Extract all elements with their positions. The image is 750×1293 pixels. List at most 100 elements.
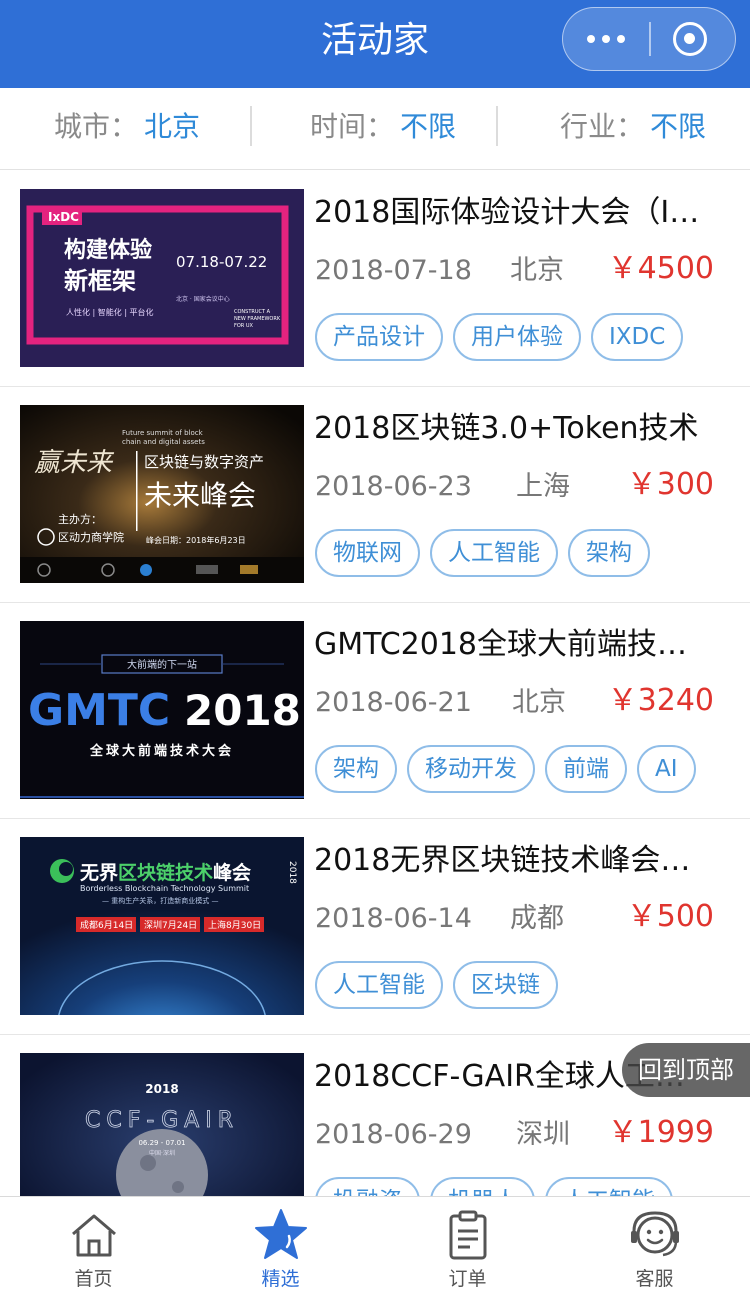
tab-label: 首页 bbox=[74, 1268, 113, 1290]
event-poster-image: 大前端的下一站 GMTC 2018 全球大前端技术大会 bbox=[20, 621, 304, 799]
filter-industry-value[interactable]: 不限 bbox=[650, 110, 706, 143]
poster-english: FOR UX bbox=[234, 323, 254, 329]
poster-heading: 无界 bbox=[80, 862, 118, 884]
event-poster-image: 2018 CCF-GAIR 06.29 - 07.01 中国·深圳 bbox=[20, 1053, 304, 1196]
poster-english: NEW FRAMEWORK bbox=[234, 316, 281, 322]
filter-city-value[interactable]: 北京 bbox=[144, 110, 200, 143]
event-tag[interactable]: AI bbox=[637, 745, 696, 793]
event-poster-image: IxDC 构建体验 新框架 07.18-07.22 人性化 | 智能化 | 平台… bbox=[20, 189, 304, 367]
event-tag[interactable]: 移动开发 bbox=[407, 745, 535, 793]
event-title[interactable]: 2018区块链3.0+Token技术 bbox=[314, 409, 714, 449]
tab-customer-service[interactable]: 客服 bbox=[561, 1197, 748, 1293]
poster-year: 2018 bbox=[184, 686, 301, 735]
event-tag[interactable]: 物联网 bbox=[315, 529, 420, 577]
capsule-divider bbox=[649, 22, 651, 56]
event-city: 成都 bbox=[510, 903, 564, 934]
event-list: IxDC 构建体验 新框架 07.18-07.22 人性化 | 智能化 | 平台… bbox=[0, 171, 750, 1196]
filter-industry[interactable]: 行业： 不限 bbox=[560, 88, 706, 170]
event-tags: 人工智能 区块链 bbox=[315, 961, 558, 1009]
filter-time-value[interactable]: 不限 bbox=[400, 110, 456, 143]
event-tag[interactable]: 前端 bbox=[545, 745, 627, 793]
event-price: ￥4500 bbox=[607, 251, 714, 286]
event-date: 2018-06-21 bbox=[315, 687, 472, 718]
tab-label: 客服 bbox=[635, 1268, 674, 1290]
event-tag[interactable]: 架构 bbox=[568, 529, 650, 577]
event-tag[interactable]: 区块链 bbox=[453, 961, 558, 1009]
headset-icon bbox=[630, 1211, 679, 1257]
event-tags: 物联网 人工智能 架构 bbox=[315, 529, 650, 577]
poster-year: 2018 bbox=[145, 1082, 178, 1096]
event-city: 上海 bbox=[516, 471, 570, 502]
event-price: ￥300 bbox=[626, 467, 714, 502]
event-tag[interactable]: 用户体验 bbox=[453, 313, 581, 361]
event-date: 2018-07-18 bbox=[315, 255, 472, 286]
poster-brand: IxDC bbox=[48, 210, 79, 224]
poster-subtitle: 全球大前端技术大会 bbox=[89, 743, 234, 759]
filter-time[interactable]: 时间： 不限 bbox=[310, 88, 456, 170]
event-poster-image: Future summit of block chain and digital… bbox=[20, 405, 304, 583]
poster-dates: 07.18-07.22 bbox=[176, 253, 267, 271]
poster-english: Borderless Blockchain Technology Summit bbox=[80, 884, 249, 893]
event-title[interactable]: GMTC2018全球大前端技术大会 bbox=[314, 625, 714, 665]
filter-divider bbox=[496, 106, 498, 146]
event-card-blockchain-token[interactable]: Future summit of block chain and digital… bbox=[0, 387, 750, 603]
poster-name: CCF-GAIR bbox=[85, 1108, 239, 1133]
event-city: 深圳 bbox=[516, 1119, 570, 1150]
poster-subtitle: — 重构生产关系，打造新商业模式 — bbox=[102, 896, 218, 905]
event-tag[interactable]: 机器人 bbox=[430, 1177, 535, 1196]
event-title[interactable]: 2018国际体验设计大会（IXDC） bbox=[314, 193, 714, 233]
poster-heading: 未来峰会 bbox=[144, 479, 256, 512]
event-city: 北京 bbox=[510, 255, 564, 286]
event-tags: 产品设计 用户体验 IXDC bbox=[315, 313, 684, 361]
back-to-top-button[interactable]: 回到顶部 bbox=[622, 1043, 750, 1097]
poster-place: 中国·深圳 bbox=[149, 1149, 175, 1157]
event-tag[interactable]: 产品设计 bbox=[315, 313, 443, 361]
poster-host-label: 主办方： bbox=[58, 512, 102, 526]
star-icon bbox=[254, 1209, 307, 1259]
tab-bar: 首页 精选 订单 客服 bbox=[0, 1196, 750, 1293]
event-tag[interactable]: 人工智能 bbox=[430, 529, 558, 577]
event-date: 2018-06-23 bbox=[315, 471, 472, 502]
tab-home[interactable]: 首页 bbox=[0, 1197, 187, 1293]
poster-date: 峰会日期：2018年6月23日 bbox=[146, 535, 246, 545]
poster-calligraphy: 赢未来 bbox=[34, 448, 115, 478]
event-tag[interactable]: 投融资 bbox=[315, 1177, 420, 1196]
event-tag[interactable]: 人工智能 bbox=[315, 961, 443, 1009]
filter-city-label: 城市： bbox=[54, 110, 139, 143]
tab-orders[interactable]: 订单 bbox=[374, 1197, 561, 1293]
clipboard-icon bbox=[449, 1210, 486, 1260]
event-tag[interactable]: 架构 bbox=[315, 745, 397, 793]
filter-time-label: 时间： bbox=[310, 110, 395, 143]
poster-venue: 北京 · 国家会议中心 bbox=[176, 295, 230, 303]
miniprogram-capsule bbox=[562, 7, 736, 71]
poster-heading: 新框架 bbox=[64, 267, 136, 295]
event-title[interactable]: 2018无界区块链技术峰会（成都站） bbox=[314, 841, 714, 881]
event-poster-image: 无界 区块链技术 峰会 2018 Borderless Blockchain T… bbox=[20, 837, 304, 1015]
navigation-bar: 活动家 bbox=[0, 0, 750, 88]
poster-city-date: 深圳7月24日 bbox=[144, 920, 197, 931]
poster-city-date: 上海8月30日 bbox=[208, 919, 261, 931]
filter-industry-label: 行业： bbox=[560, 110, 645, 143]
event-tags: 架构 移动开发 前端 AI bbox=[315, 745, 696, 793]
tab-label: 精选 bbox=[261, 1268, 300, 1290]
event-card-ixdc[interactable]: IxDC 构建体验 新框架 07.18-07.22 人性化 | 智能化 | 平台… bbox=[0, 171, 750, 387]
poster-host: 区动力商学院 bbox=[58, 530, 124, 544]
event-date: 2018-06-14 bbox=[315, 903, 472, 934]
event-tags: 投融资 机器人 人工智能 bbox=[315, 1177, 673, 1196]
event-price: ￥1999 bbox=[607, 1115, 714, 1150]
event-card-borderless-blockchain[interactable]: 无界 区块链技术 峰会 2018 Borderless Blockchain T… bbox=[0, 819, 750, 1035]
event-tag[interactable]: 人工智能 bbox=[545, 1177, 673, 1196]
tab-featured[interactable]: 精选 bbox=[187, 1197, 374, 1293]
poster-logo: GMTC bbox=[28, 685, 170, 736]
event-tag[interactable]: IXDC bbox=[591, 313, 684, 361]
event-date: 2018-06-29 bbox=[315, 1119, 472, 1150]
close-miniprogram-icon[interactable] bbox=[673, 22, 707, 56]
home-icon bbox=[71, 1214, 116, 1257]
event-card-gmtc[interactable]: 大前端的下一站 GMTC 2018 全球大前端技术大会 GMTC2018全球大前… bbox=[0, 603, 750, 819]
poster-heading: 峰会 bbox=[213, 861, 251, 884]
poster-city-date: 成都6月14日 bbox=[80, 919, 133, 931]
more-options-icon[interactable] bbox=[563, 8, 649, 69]
poster-year: 2018 bbox=[287, 861, 297, 884]
poster-tagline: 大前端的下一站 bbox=[127, 658, 197, 671]
filter-city[interactable]: 城市： 北京 bbox=[54, 88, 200, 170]
